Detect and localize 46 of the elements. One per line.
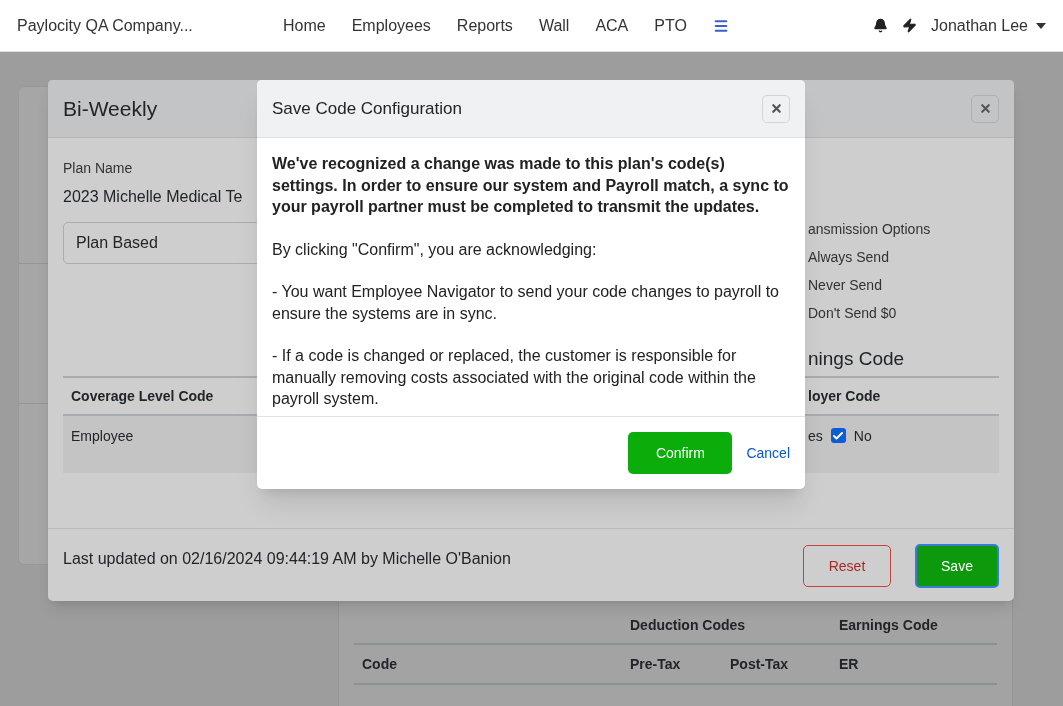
column-group-header: Deduction Codes (630, 616, 747, 635)
close-button[interactable] (971, 94, 999, 123)
radio-label[interactable]: Don't Send $0 (808, 304, 897, 322)
column-header: Coverage Level Code (70, 386, 214, 406)
reset-button[interactable]: Reset (803, 545, 891, 587)
last-updated-text: Last updated on 02/16/2024 09:44:19 AM by Michelle O'Banion (63, 549, 511, 569)
field-label: Plan Name (63, 159, 133, 178)
dialog-title: Save Code Configuration (272, 97, 462, 120)
nav-link[interactable]: Home (283, 13, 326, 38)
nav-link[interactable]: ACA (595, 13, 629, 38)
column-header: ER (839, 654, 859, 674)
column-group-header: Earnings Code (839, 616, 938, 635)
cancel-link[interactable]: Cancel (746, 442, 790, 464)
nav-link[interactable]: PTO (654, 13, 687, 38)
radio-label[interactable]: Always Send (808, 248, 889, 266)
lightning-icon[interactable] (902, 18, 917, 33)
bell-icon[interactable] (873, 18, 888, 33)
nav-link[interactable]: Wall (538, 13, 570, 38)
close-icon (978, 102, 992, 115)
field-label: ansmission Options (808, 220, 931, 238)
dialog-paragraph: - You want Employee Navigator to send your code changes to payroll to ensure the systems are in sync. (272, 282, 780, 324)
nav-link[interactable]: Employees (351, 13, 431, 38)
table-cell-text: Employee (70, 427, 134, 444)
dialog-paragraph: - If a code is changed or replaced, the customer is responsible for manually removing costs associated with the original code within the payroll system. (272, 346, 757, 409)
dialog-paragraph: We've recognized a change was made to this plan's code(s) settings. In order to ensure our system and Payroll match, a sync to your payroll partner must be completed to transmit the updates. (272, 154, 790, 217)
column-header: Code (361, 654, 398, 674)
no-checkbox[interactable] (830, 428, 846, 443)
save-button[interactable]: Save (915, 544, 999, 588)
column-header: Pre-Tax (630, 654, 682, 674)
dialog-paragraph: By clicking "Confirm", you are acknowledging: (272, 239, 598, 260)
nav-link[interactable]: Reports (456, 13, 513, 38)
user-menu[interactable]: Jonathan Lee (931, 13, 1046, 38)
column-header: Post-Tax (730, 654, 790, 674)
dialog-title: Bi-Weekly (63, 95, 158, 122)
check-icon (832, 429, 845, 442)
plan-name: 2023 Michelle Medical Te (63, 187, 243, 207)
option-label: No (853, 427, 872, 446)
column-header: loyer Code (808, 386, 882, 406)
section-heading: nings Code (808, 348, 905, 370)
caret-icon (1036, 22, 1046, 29)
close-button[interactable] (762, 94, 790, 123)
menu-icon[interactable] (712, 17, 729, 34)
option-label: es (808, 427, 823, 446)
company-name[interactable]: Paylocity QA Company... (17, 13, 283, 38)
close-icon (769, 102, 783, 115)
radio-label[interactable]: Never Send (808, 276, 882, 294)
